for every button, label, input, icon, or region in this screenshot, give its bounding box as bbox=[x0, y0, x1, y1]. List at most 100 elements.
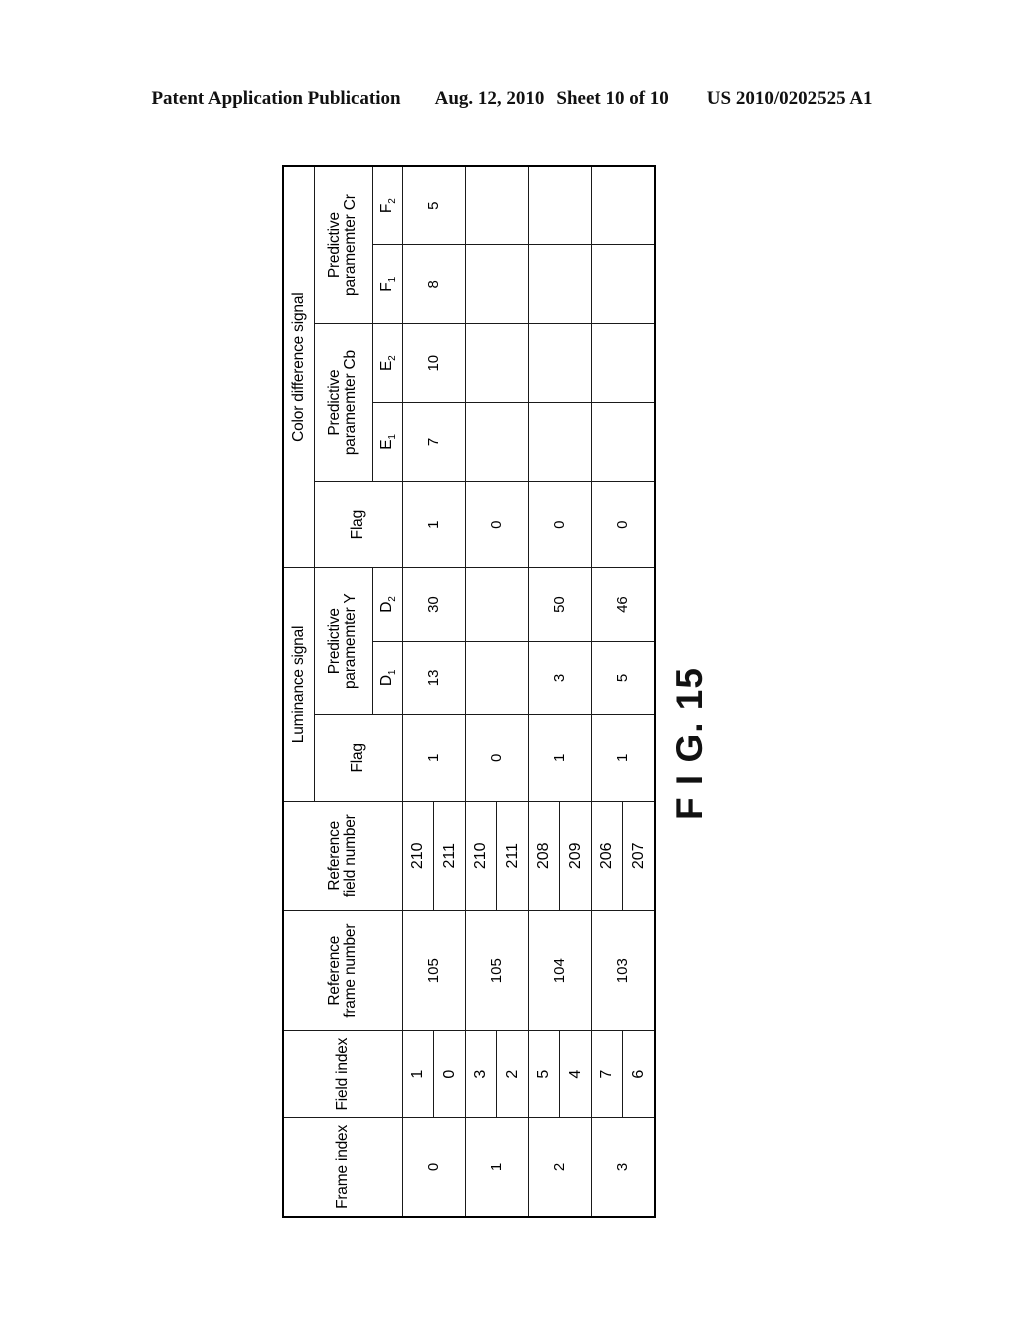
header-predictive-parameter-y-line2: paramemter Y bbox=[342, 593, 360, 689]
header-frame-index: Frame index bbox=[283, 1117, 403, 1217]
header-f1: F1 bbox=[372, 244, 403, 324]
header-reference-frame-number: Reference frame number bbox=[283, 910, 403, 1031]
header-f1-base: F bbox=[377, 282, 395, 292]
header-chroma-flag: Flag bbox=[314, 481, 403, 568]
cell-luminance-flag: 1 bbox=[402, 714, 466, 802]
header-d1-subscript: 1 bbox=[387, 669, 399, 676]
cell-field-index: 1 0 bbox=[402, 1030, 466, 1118]
header-reference-frame-number-line2: frame number bbox=[342, 923, 360, 1018]
cell-f1 bbox=[591, 244, 655, 324]
cell-reference-field-number-top: 208 bbox=[528, 801, 560, 911]
cell-d1: 13 bbox=[402, 641, 466, 715]
cell-chroma-flag: 0 bbox=[591, 481, 655, 568]
cell-reference-field-number-top: 206 bbox=[591, 801, 623, 911]
cell-reference-frame-number: 105 bbox=[465, 910, 529, 1031]
cell-reference-field-number-bottom: 211 bbox=[503, 843, 521, 869]
header-predictive-parameter-cb: Predictive paramemter Cb bbox=[314, 323, 373, 482]
header-e2: E2 bbox=[372, 323, 403, 403]
cell-e1 bbox=[465, 402, 529, 482]
sheet-number: Sheet 10 of 10 bbox=[556, 88, 669, 109]
cell-frame-index: 1 bbox=[465, 1117, 529, 1217]
figure-15: Frame index Field index Reference frame … bbox=[282, 165, 656, 1218]
header-predictive-parameter-cr-line2: paramemter Cr bbox=[342, 194, 360, 296]
cell-d1: 5 bbox=[591, 641, 655, 715]
header-predictive-parameter-cr-line1: Predictive bbox=[325, 212, 343, 279]
cell-f1 bbox=[465, 244, 529, 324]
document-number: US 2010/0202525 A1 bbox=[706, 88, 873, 109]
prediction-parameter-table: Frame index Field index Reference frame … bbox=[282, 165, 656, 1218]
cell-luminance-flag: 1 bbox=[528, 714, 592, 802]
cell-d1 bbox=[465, 641, 529, 715]
figure-label: F I G. 15 bbox=[669, 667, 710, 820]
cell-reference-field-number-bottom: 209 bbox=[566, 842, 584, 870]
cell-reference-field-number: 210 211 bbox=[465, 801, 529, 911]
cell-reference-field-number-top: 210 bbox=[403, 801, 435, 911]
cell-field-index-top: 3 bbox=[465, 1031, 497, 1117]
cell-e2 bbox=[528, 323, 592, 403]
header-color-difference-signal: Color difference signal bbox=[283, 166, 315, 568]
cell-f2 bbox=[528, 166, 592, 245]
cell-field-index-top: 5 bbox=[528, 1031, 560, 1117]
cell-field-index: 7 6 bbox=[591, 1030, 655, 1118]
cell-luminance-flag: 1 bbox=[591, 714, 655, 802]
table-header-row-groups: Frame index Field index Reference frame … bbox=[283, 166, 403, 1217]
cell-field-index-bottom: 6 bbox=[629, 1069, 647, 1079]
cell-field-index-bottom: 2 bbox=[503, 1069, 521, 1079]
table-row: 3 7 6 103 206 207 1 5 46 0 bbox=[591, 166, 655, 1217]
header-reference-field-number-line2: field number bbox=[342, 814, 360, 898]
header-f2: F2 bbox=[372, 166, 403, 245]
cell-f2: 5 bbox=[402, 166, 466, 245]
table-row: 1 3 2 105 210 211 0 0 bbox=[465, 166, 529, 1217]
cell-luminance-flag: 0 bbox=[465, 714, 529, 802]
cell-e2 bbox=[465, 323, 529, 403]
cell-e1: 7 bbox=[402, 402, 466, 482]
cell-frame-index: 3 bbox=[591, 1117, 655, 1217]
publication-date: Aug. 12, 2010 bbox=[434, 88, 545, 109]
header-e1-subscript: 1 bbox=[387, 434, 399, 440]
cell-d1: 3 bbox=[528, 641, 592, 715]
cell-reference-field-number: 210 211 bbox=[402, 801, 466, 911]
header-predictive-parameter-cb-line2: paramemter Cb bbox=[342, 350, 360, 456]
header-reference-frame-number-line1: Reference bbox=[325, 935, 343, 1006]
cell-d2 bbox=[465, 567, 529, 642]
table-row: 0 1 0 105 210 211 1 13 30 1 7 10 8 5 bbox=[402, 166, 466, 1217]
table-rotor: Frame index Field index Reference frame … bbox=[282, 165, 656, 1218]
header-d2-subscript: 2 bbox=[387, 596, 399, 602]
cell-f2 bbox=[465, 166, 529, 245]
header-e1: E1 bbox=[372, 402, 403, 482]
header-e2-subscript: 2 bbox=[387, 355, 399, 361]
cell-field-index-top: 1 bbox=[403, 1031, 435, 1117]
header-luminance-signal: Luminance signal bbox=[283, 567, 315, 802]
header-d2-base: D bbox=[377, 601, 395, 613]
cell-d2: 46 bbox=[591, 567, 655, 642]
header-e2-base: E bbox=[377, 360, 395, 371]
header-d2: D2 bbox=[372, 567, 403, 642]
cell-chroma-flag: 1 bbox=[402, 481, 466, 568]
header-f2-subscript: 2 bbox=[387, 198, 399, 204]
page-header: Patent Application Publication Aug. 12, 2… bbox=[0, 88, 1024, 110]
cell-field-index-top: 7 bbox=[591, 1031, 623, 1117]
cell-reference-field-number-top: 210 bbox=[465, 801, 497, 911]
cell-f1: 8 bbox=[402, 244, 466, 324]
header-luminance-flag: Flag bbox=[314, 714, 403, 802]
header-predictive-parameter-cr: Predictive paramemter Cr bbox=[314, 166, 373, 324]
cell-d2: 30 bbox=[402, 567, 466, 642]
cell-reference-field-number-bottom: 207 bbox=[629, 842, 647, 870]
header-predictive-parameter-y-line1: Predictive bbox=[325, 608, 343, 675]
header-f2-base: F bbox=[377, 203, 395, 214]
header-e1-base: E bbox=[377, 439, 395, 450]
cell-f2 bbox=[591, 166, 655, 245]
cell-chroma-flag: 0 bbox=[465, 481, 529, 568]
cell-reference-field-number: 206 207 bbox=[591, 801, 655, 911]
header-d1: D1 bbox=[372, 641, 403, 715]
cell-chroma-flag: 0 bbox=[528, 481, 592, 568]
cell-reference-field-number: 208 209 bbox=[528, 801, 592, 911]
cell-reference-frame-number: 105 bbox=[402, 910, 466, 1031]
cell-field-index: 5 4 bbox=[528, 1030, 592, 1118]
cell-frame-index: 2 bbox=[528, 1117, 592, 1217]
header-f1-subscript: 1 bbox=[387, 277, 399, 283]
cell-reference-frame-number: 103 bbox=[591, 910, 655, 1031]
cell-field-index-bottom: 0 bbox=[440, 1069, 458, 1079]
publication-label: Patent Application Publication bbox=[151, 88, 401, 109]
header-field-index: Field index bbox=[283, 1030, 403, 1118]
